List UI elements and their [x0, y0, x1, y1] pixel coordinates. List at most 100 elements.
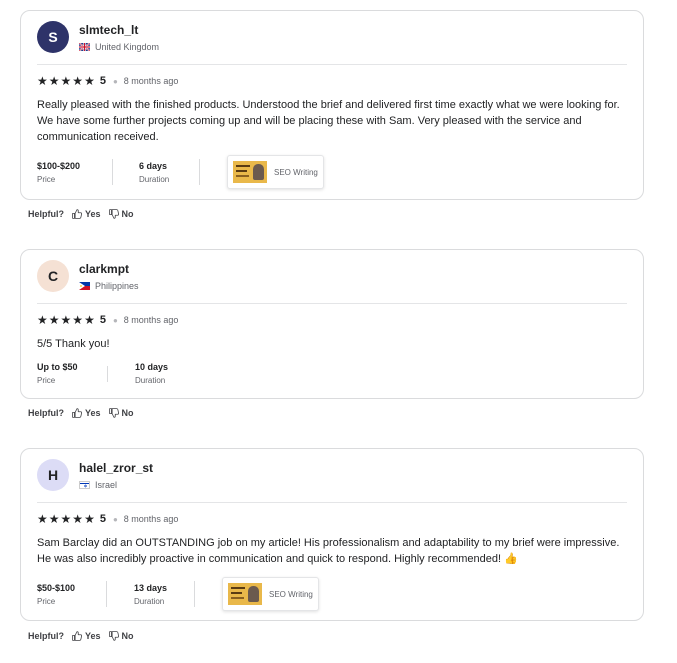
review-meta: Up to $50 Price 10 days Duration — [37, 362, 168, 385]
duration-info: 13 days Duration — [107, 583, 194, 606]
rating-row: ★ ★ ★ ★ ★ 5 ● 8 months ago — [37, 513, 178, 525]
star-rating: ★ ★ ★ ★ ★ — [37, 314, 95, 326]
helpful-row: Helpful? Yes No — [28, 209, 134, 219]
star-icon: ★ — [37, 74, 48, 88]
star-icon: ★ — [84, 74, 95, 88]
thumbs-down-icon — [108, 209, 119, 219]
rating-row: ★ ★ ★ ★ ★ 5 ● 8 months ago — [37, 314, 178, 326]
separator-dot: ● — [112, 76, 118, 86]
divider — [37, 303, 627, 304]
review-time: 8 months ago — [123, 514, 179, 524]
review-meta: $100-$200 Price 6 days Duration SEO Writ… — [37, 155, 324, 189]
star-icon: ★ — [60, 74, 72, 88]
star-rating: ★ ★ ★ ★ ★ — [37, 513, 95, 525]
price-label: Price — [37, 376, 56, 385]
divider — [37, 502, 627, 503]
star-icon: ★ — [84, 313, 95, 327]
avatar[interactable]: S — [37, 21, 69, 53]
star-icon: ★ — [37, 313, 48, 327]
duration-value: 6 days — [139, 160, 168, 171]
duration-label: Duration — [134, 596, 165, 606]
reviewer-username[interactable]: clarkmpt — [79, 262, 129, 276]
helpful-label: Helpful? — [28, 631, 64, 641]
helpful-row: Helpful? Yes No — [28, 631, 134, 641]
star-icon: ★ — [84, 512, 95, 526]
duration-label: Duration — [139, 174, 170, 184]
divider — [37, 64, 627, 65]
review-card: H halel_zror_st Israel ★ ★ ★ ★ ★ 5 ● 8 month… — [20, 448, 644, 621]
separator-dot: ● — [112, 514, 118, 524]
review-card: S slmtech_lt United Kingdom ★ ★ ★ ★ ★ 5 ● 8 … — [20, 10, 644, 200]
review-time: 8 months ago — [123, 315, 179, 325]
price-value: $50-$100 — [37, 582, 76, 593]
review-text: Really pleased with the finished product… — [37, 99, 620, 143]
star-rating: ★ ★ ★ ★ ★ — [37, 75, 95, 87]
helpful-row: Helpful? Yes No — [28, 408, 134, 418]
thumbs-down-icon — [108, 631, 119, 641]
meta-separator — [194, 581, 195, 607]
gig-link[interactable]: SEO Writing — [222, 577, 319, 611]
no-label: No — [121, 631, 134, 641]
gig-link[interactable]: SEO Writing — [227, 155, 324, 189]
duration-value: 13 days — [134, 582, 168, 593]
price-label: Price — [37, 596, 56, 606]
gig-title: SEO Writing — [269, 589, 313, 599]
star-icon: ★ — [72, 512, 84, 526]
price-value: Up to $50 — [37, 362, 78, 372]
helpful-no-button[interactable]: No — [108, 209, 134, 219]
helpful-no-button[interactable]: No — [108, 631, 134, 641]
yes-label: Yes — [85, 408, 101, 418]
helpful-label: Helpful? — [28, 209, 64, 219]
reviewer-username[interactable]: halel_zror_st — [79, 461, 153, 475]
reviewer-country: Israel — [79, 480, 117, 490]
avatar[interactable]: C — [37, 260, 69, 292]
avatar[interactable]: H — [37, 459, 69, 491]
price-label: Price — [37, 174, 56, 184]
duration-label: Duration — [135, 376, 166, 385]
israel-flag-icon — [79, 481, 90, 489]
no-label: No — [121, 209, 134, 219]
review-meta: $50-$100 Price 13 days Duration SEO Writ… — [37, 577, 319, 611]
duration-info: 6 days Duration — [113, 161, 199, 184]
helpful-no-button[interactable]: No — [108, 408, 134, 418]
star-icon: ★ — [37, 512, 48, 526]
duration-value: 10 days — [135, 362, 169, 372]
duration-info: 10 days Duration — [108, 362, 168, 385]
no-label: No — [121, 408, 134, 418]
rating-score: 5 — [99, 75, 106, 87]
reviewer-username[interactable]: slmtech_lt — [79, 23, 138, 37]
gig-thumbnail — [233, 161, 267, 183]
uk-flag-icon — [79, 43, 90, 51]
star-icon: ★ — [72, 74, 84, 88]
price-info: $100-$200 Price — [37, 161, 112, 184]
philippines-flag-icon — [79, 282, 90, 290]
star-icon: ★ — [48, 74, 60, 88]
star-icon: ★ — [48, 512, 60, 526]
thumbs-up-icon — [72, 631, 82, 641]
meta-separator — [199, 159, 200, 185]
review-time: 8 months ago — [123, 76, 179, 86]
rating-score: 5 — [99, 314, 106, 326]
helpful-yes-button[interactable]: Yes — [72, 631, 101, 641]
thumbs-up-icon — [72, 408, 82, 418]
star-icon: ★ — [72, 313, 84, 327]
separator-dot: ● — [112, 315, 118, 325]
review-text: Sam Barclay did an OUTSTANDING job on my… — [37, 537, 620, 565]
thumbs-down-icon — [108, 408, 119, 418]
reviewer-country: Philippines — [79, 281, 139, 291]
helpful-yes-button[interactable]: Yes — [72, 408, 101, 418]
country-label: United Kingdom — [95, 42, 160, 52]
review-card: C clarkmpt Philippines ★ ★ ★ ★ ★ 5 ● 8 month… — [20, 249, 644, 399]
yes-label: Yes — [85, 631, 101, 641]
star-icon: ★ — [60, 313, 72, 327]
price-info: Up to $50 Price — [37, 362, 107, 385]
rating-score: 5 — [99, 513, 106, 525]
yes-label: Yes — [85, 209, 101, 219]
star-icon: ★ — [60, 512, 72, 526]
price-info: $50-$100 Price — [37, 583, 106, 606]
helpful-yes-button[interactable]: Yes — [72, 209, 101, 219]
helpful-label: Helpful? — [28, 408, 64, 418]
price-value: $100-$200 — [37, 160, 81, 171]
thumbs-up-icon — [72, 209, 82, 219]
country-label: Philippines — [95, 281, 139, 291]
